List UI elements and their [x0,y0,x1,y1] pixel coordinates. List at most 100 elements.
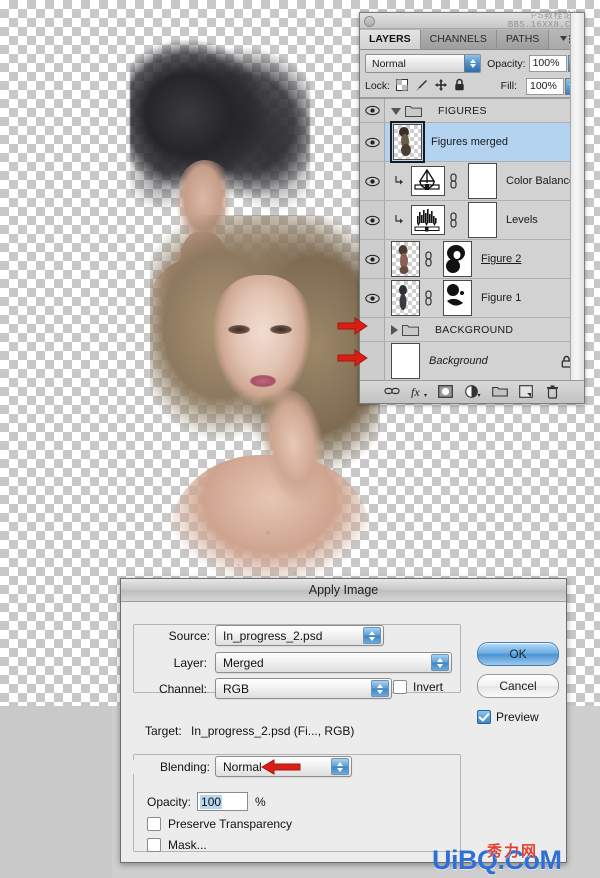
tab-channels[interactable]: CHANNELS [420,30,497,49]
preserve-transparency-label: Preserve Transparency [168,817,293,831]
fill-value[interactable]: 100% [526,77,564,95]
preserve-transparency-row[interactable]: Preserve Transparency [147,817,292,831]
layer-stepper-icon[interactable] [431,654,449,671]
layer-thumbnail-figure-1[interactable] [391,280,420,316]
layer-mask-thumbnail-figure-1[interactable] [443,280,472,316]
visibility-toggle-figure-2[interactable] [360,240,385,278]
dark-model-dress [173,285,268,375]
layer-name-figure-1: Figure 1 [481,292,522,304]
dark-model-face [176,160,236,255]
layer-name-levels: Levels [506,214,538,226]
disclosure-triangle-figures[interactable] [391,108,401,115]
new-group-icon[interactable] [491,385,508,399]
tab-layers[interactable]: LAYERS [360,30,421,49]
visibility-toggle-levels[interactable] [360,201,385,239]
layer-name-figure-2[interactable]: Figure 2 [481,253,521,265]
ok-button[interactable]: OK [477,642,559,666]
ok-button-label: OK [509,647,527,661]
mask-checkbox[interactable] [147,838,161,852]
blonde-model-arm [249,385,333,515]
preview-checkbox[interactable] [477,710,491,724]
link-mask-icon[interactable] [424,290,433,306]
link-layers-icon[interactable] [383,385,400,399]
channel-dropdown[interactable]: RGB [215,678,392,699]
blending-stepper-icon[interactable] [331,758,349,775]
panel-collapse-button[interactable] [364,16,375,27]
blonde-model-neck [230,405,292,485]
tab-paths[interactable]: PATHS [496,30,550,49]
layer-style-fx-icon[interactable]: fx [411,385,427,399]
eye-icon [364,293,380,303]
layer-name-background-group: BACKGROUND [435,323,514,336]
layer-mask-thumbnail-figure-2[interactable] [443,241,472,277]
visibility-toggle-figures-group[interactable] [360,99,385,122]
layer-row-figure-1[interactable]: Figure 1 [360,279,584,318]
layer-row-figure-2[interactable]: Figure 2 [360,240,584,279]
apply-image-dialog[interactable]: Apply Image Source: In_progress_2.psd La… [120,578,567,863]
blonde-model-lips [250,375,276,387]
layer-row-background-group[interactable]: BACKGROUND [360,318,584,342]
mask-label: Mask... [168,838,207,852]
new-layer-icon[interactable] [518,385,534,399]
layer-thumbnail-figure-2[interactable] [391,241,420,277]
link-mask-icon[interactable] [449,173,458,189]
layer-mask-thumbnail-levels[interactable] [468,202,497,238]
link-mask-icon[interactable] [424,251,433,267]
red-arrow-background-layer [336,348,368,373]
target-value: In_progress_2.psd (Fi..., RGB) [191,724,355,738]
panel-titlebar[interactable]: PS教程论坛 BBS.16XX8.COM [360,10,584,30]
scales-icon [414,168,440,190]
layer-list[interactable]: FIGURES Figures merged Color Balance Lev… [360,98,584,381]
layer-row-figures-merged[interactable]: Figures merged [360,121,584,163]
layer-row-levels[interactable]: Levels [360,201,584,240]
histogram-icon [414,209,440,232]
add-mask-icon[interactable] [437,385,453,399]
opacity-row[interactable]: Opacity: 100 % [147,792,266,811]
blend-mode-dropdown[interactable]: Normal [365,54,482,73]
blend-mode-stepper-icon[interactable] [464,55,481,72]
opacity-value[interactable]: 100% [528,55,567,72]
target-label: Target: [145,724,182,738]
new-adjustment-icon[interactable] [464,385,480,399]
layers-panel[interactable]: PS教程论坛 BBS.16XX8.COM LAYERS CHANNELS PAT… [359,10,585,404]
invert-checkbox[interactable] [393,680,407,694]
panel-tabs[interactable]: LAYERS CHANNELS PATHS [360,29,584,50]
layer-mask-thumbnail-color-balance[interactable] [468,163,497,199]
source-value: In_progress_2.psd [223,628,323,643]
layer-row-color-balance[interactable]: Color Balance [360,162,584,201]
layer-thumbnail-background[interactable] [391,343,420,379]
layers-panel-scrollbar[interactable] [570,13,584,403]
source-label: Source: [141,629,213,643]
layer-row-figures-group[interactable]: FIGURES [360,99,584,123]
adjustment-thumbnail-color-balance[interactable] [411,166,445,196]
fill-label: Fill: [500,80,517,92]
adjustment-thumbnail-levels[interactable] [411,205,445,235]
link-mask-icon[interactable] [449,212,458,228]
layers-panel-footer[interactable]: fx [360,380,584,403]
mask-row[interactable]: Mask... [147,838,207,852]
transparency-lock-icon[interactable] [396,78,409,94]
cancel-button[interactable]: Cancel [477,674,559,698]
layer-thumbnail-figures-merged[interactable] [390,121,425,163]
dialog-titlebar[interactable]: Apply Image [121,579,566,602]
preserve-transparency-checkbox[interactable] [147,817,161,831]
preview-checkbox-row[interactable]: Preview [477,710,539,724]
visibility-toggle-color-balance[interactable] [360,162,385,200]
invert-checkbox-row[interactable]: Invert [393,680,443,694]
move-lock-icon[interactable] [435,78,448,94]
source-stepper-icon[interactable] [363,627,381,644]
delete-layer-icon[interactable] [546,385,561,399]
disclosure-triangle-background[interactable] [391,324,398,335]
visibility-toggle-figures-merged[interactable] [360,123,385,161]
visibility-toggle-figure-1[interactable] [360,279,385,317]
folder-icon [402,323,419,336]
layer-dropdown[interactable]: Merged [215,652,452,673]
source-dropdown[interactable]: In_progress_2.psd [215,625,384,646]
blend-mode-row[interactable]: Normal Opacity: 100% [360,50,584,75]
opacity-input[interactable]: 100 [197,792,249,811]
channel-stepper-icon[interactable] [371,680,389,697]
lock-row[interactable]: Lock: Fill: 100% [360,75,584,98]
layer-row-background[interactable]: Background [360,342,584,381]
all-lock-icon[interactable] [454,78,465,94]
brush-lock-icon[interactable] [415,79,428,94]
